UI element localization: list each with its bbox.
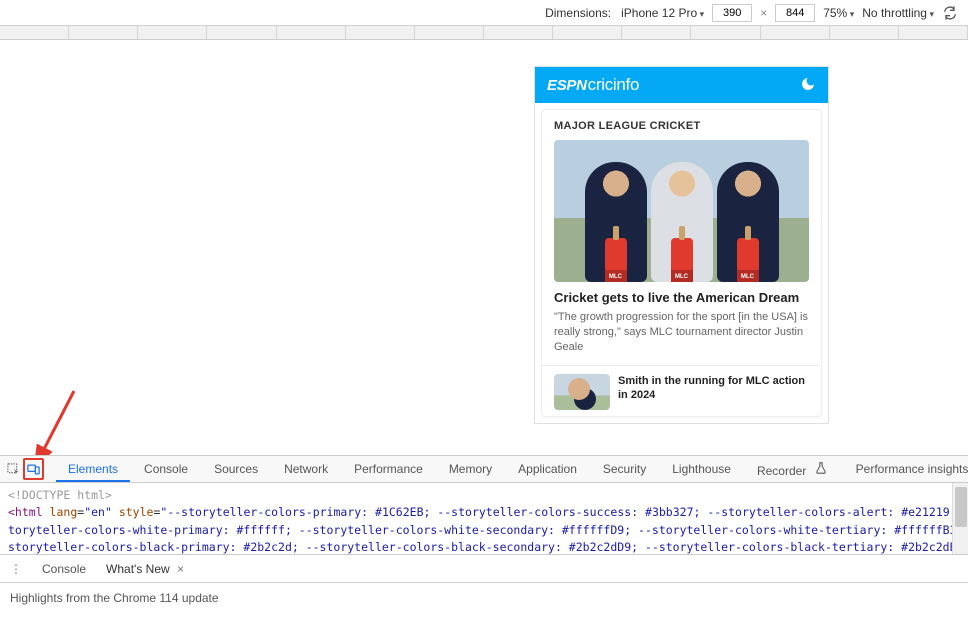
tab-console[interactable]: Console: [132, 456, 200, 482]
tab-sources[interactable]: Sources: [202, 456, 270, 482]
zoom-dropdown[interactable]: 75%: [823, 6, 854, 20]
rotate-icon[interactable]: [942, 5, 958, 21]
drawer-tab-whatsnew[interactable]: What's New ×: [96, 556, 194, 582]
tab-perf-insights[interactable]: Performance insights: [844, 456, 968, 482]
secondary-title: Smith in the running for MLC action in 2…: [618, 374, 809, 403]
tab-network[interactable]: Network: [272, 456, 340, 482]
device-toolbar: Dimensions: iPhone 12 Pro × 75% No throt…: [0, 0, 968, 26]
hero-image[interactable]: MLC MLC MLC: [554, 140, 809, 282]
site-header: ESPNcricinfo: [535, 67, 828, 103]
scrollbar[interactable]: [952, 483, 968, 554]
tab-elements[interactable]: Elements: [56, 456, 130, 482]
tab-recorder[interactable]: Recorder: [745, 455, 840, 484]
device-name-dropdown[interactable]: iPhone 12 Pro: [621, 6, 704, 20]
toggle-device-toolbar-icon[interactable]: [23, 458, 44, 480]
secondary-story[interactable]: Smith in the running for MLC action in 2…: [542, 365, 821, 410]
tab-memory[interactable]: Memory: [437, 456, 504, 482]
drawer-tab-console[interactable]: Console: [32, 556, 96, 582]
tab-security[interactable]: Security: [591, 456, 658, 482]
src-doctype: <!DOCTYPE html>: [8, 488, 112, 502]
inspect-element-icon[interactable]: [6, 458, 21, 480]
dimensions-label: Dimensions:: [545, 6, 611, 20]
tab-lighthouse[interactable]: Lighthouse: [660, 456, 743, 482]
close-icon[interactable]: ×: [177, 562, 184, 576]
src-open: <html: [8, 505, 50, 519]
kebab-icon[interactable]: ⋮: [0, 562, 32, 576]
viewport-area: ESPNcricinfo MAJOR LEAGUE CRICKET MLC ML…: [0, 40, 968, 455]
section-label: MAJOR LEAGUE CRICKET: [554, 120, 809, 132]
headline[interactable]: Cricket gets to live the American Dream: [554, 290, 809, 306]
devtools-tabbar: Elements Console Sources Network Perform…: [0, 455, 968, 483]
subtext: "The growth progression for the sport [i…: [554, 310, 809, 355]
elements-source-panel[interactable]: <!DOCTYPE html> <html lang="en" style="-…: [0, 483, 968, 555]
ruler: [0, 26, 968, 40]
throttling-dropdown[interactable]: No throttling: [862, 6, 934, 20]
width-input[interactable]: [712, 4, 752, 22]
dark-mode-icon[interactable]: [800, 76, 816, 95]
drawer-tabbar: ⋮ Console What's New ×: [0, 555, 968, 583]
brand-espn: ESPN: [547, 77, 587, 94]
times-separator: ×: [760, 6, 767, 20]
tab-performance[interactable]: Performance: [342, 456, 435, 482]
secondary-thumb: [554, 374, 610, 410]
flask-icon: [814, 464, 828, 478]
brand-cric: cricinfo: [588, 75, 639, 95]
drawer-body: Highlights from the Chrome 114 update: [0, 583, 968, 613]
annotation-arrow-icon: [24, 383, 84, 455]
tab-application[interactable]: Application: [506, 456, 589, 482]
lead-card: MAJOR LEAGUE CRICKET MLC MLC MLC Cricket…: [541, 109, 822, 417]
emulated-phone: ESPNcricinfo MAJOR LEAGUE CRICKET MLC ML…: [535, 67, 828, 423]
height-input[interactable]: [775, 4, 815, 22]
brand-logo[interactable]: ESPNcricinfo: [547, 75, 639, 95]
